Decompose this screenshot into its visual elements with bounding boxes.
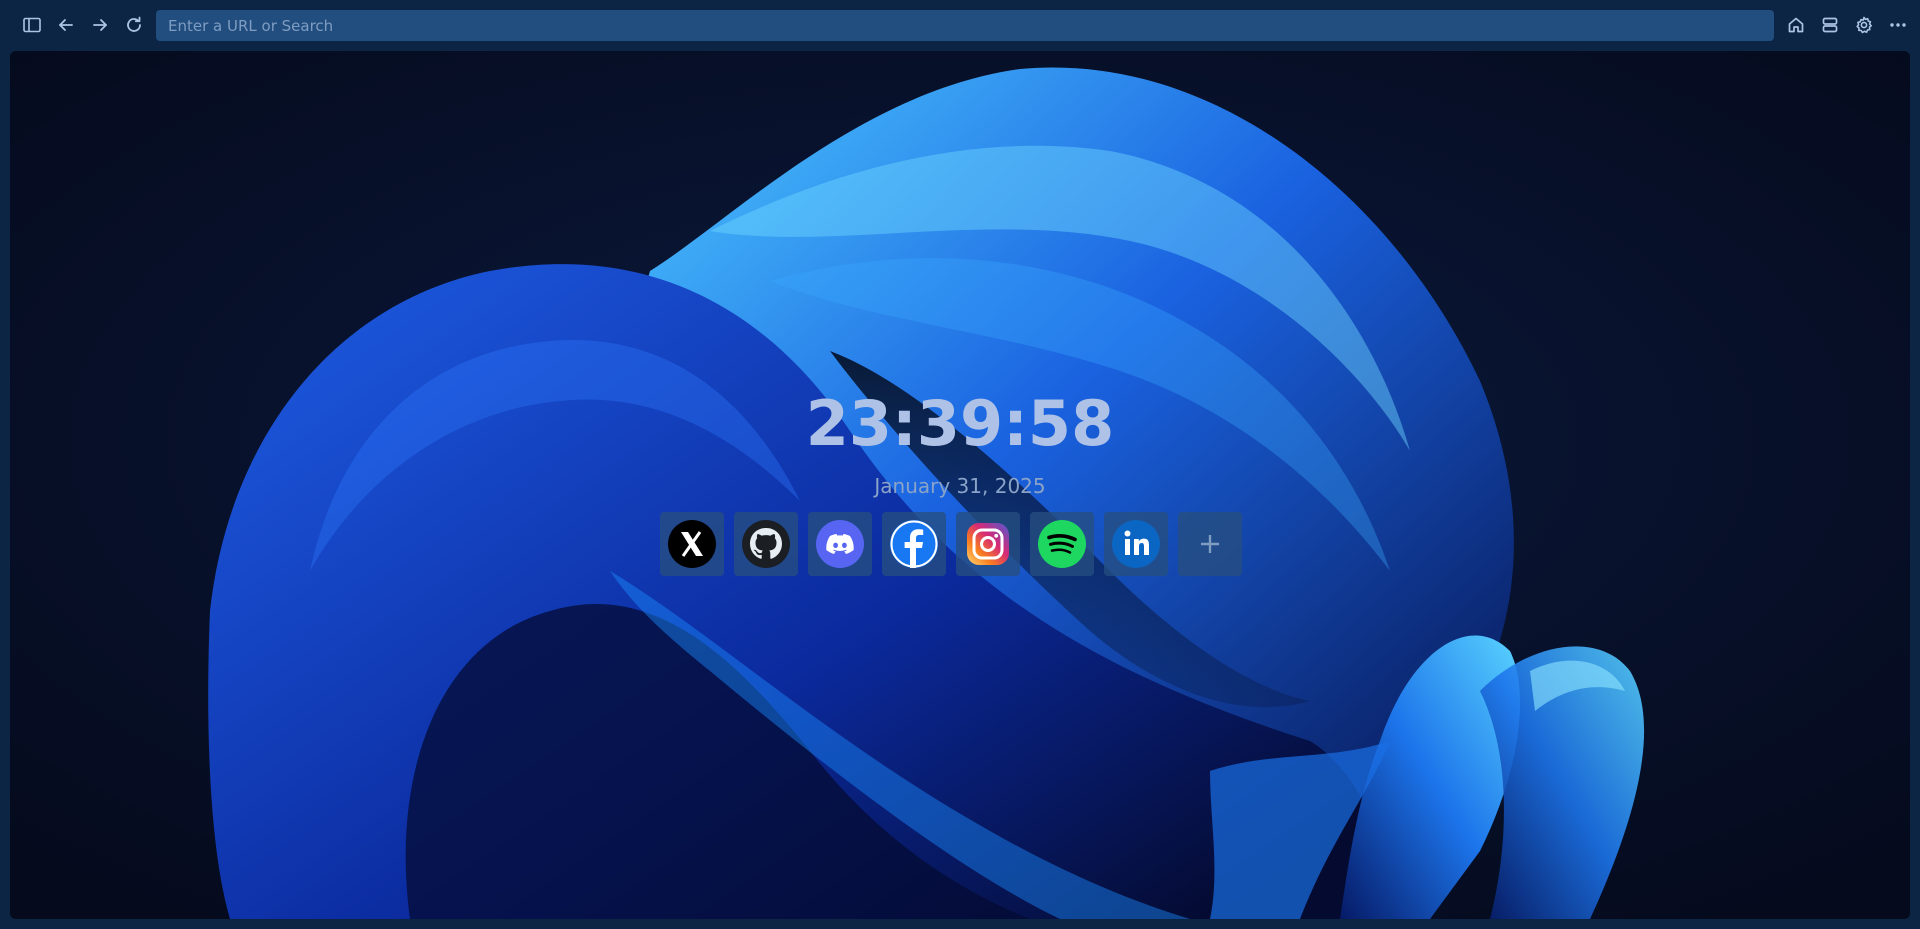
more-dots-icon — [1890, 23, 1906, 27]
new-tab-page: 23:39:58 January 31, 2025 — [10, 51, 1910, 919]
back-button[interactable] — [51, 10, 81, 40]
clock-time: 23:39:58 — [805, 387, 1115, 460]
more-button[interactable] — [1883, 10, 1913, 40]
shortcut-github[interactable] — [734, 512, 798, 576]
shortcut-facebook[interactable] — [882, 512, 946, 576]
github-icon — [742, 520, 790, 568]
url-bar[interactable] — [156, 10, 1774, 41]
add-shortcut-button[interactable] — [1178, 512, 1242, 576]
gear-icon — [1856, 16, 1872, 34]
sidebar-toggle-button[interactable] — [17, 10, 47, 40]
url-input[interactable] — [166, 15, 1764, 36]
shortcut-x[interactable] — [660, 512, 724, 576]
spotify-icon — [1038, 520, 1086, 568]
clock-date: January 31, 2025 — [874, 474, 1046, 498]
home-button[interactable] — [1781, 10, 1811, 40]
reload-icon — [127, 16, 141, 32]
reload-button[interactable] — [119, 10, 149, 40]
home-icon — [1788, 17, 1804, 33]
shortcut-grid — [660, 512, 1260, 576]
shortcut-instagram[interactable] — [956, 512, 1020, 576]
browser-toolbar — [0, 0, 1920, 51]
instagram-icon — [967, 523, 1009, 565]
sidebar-icon — [23, 17, 41, 33]
back-arrow-icon — [59, 19, 73, 31]
settings-button[interactable] — [1849, 10, 1879, 40]
plus-icon — [1201, 535, 1219, 553]
shortcut-linkedin[interactable] — [1104, 512, 1168, 576]
shortcut-spotify[interactable] — [1030, 512, 1094, 576]
discord-icon — [816, 520, 864, 568]
shortcut-discord[interactable] — [808, 512, 872, 576]
forward-arrow-icon — [93, 19, 107, 31]
x-icon — [668, 520, 716, 568]
bookmarks-button[interactable] — [1815, 10, 1845, 40]
forward-button[interactable] — [85, 10, 115, 40]
linkedin-icon — [1112, 520, 1160, 568]
bookmarks-icon — [1822, 17, 1838, 33]
facebook-icon — [890, 520, 938, 568]
